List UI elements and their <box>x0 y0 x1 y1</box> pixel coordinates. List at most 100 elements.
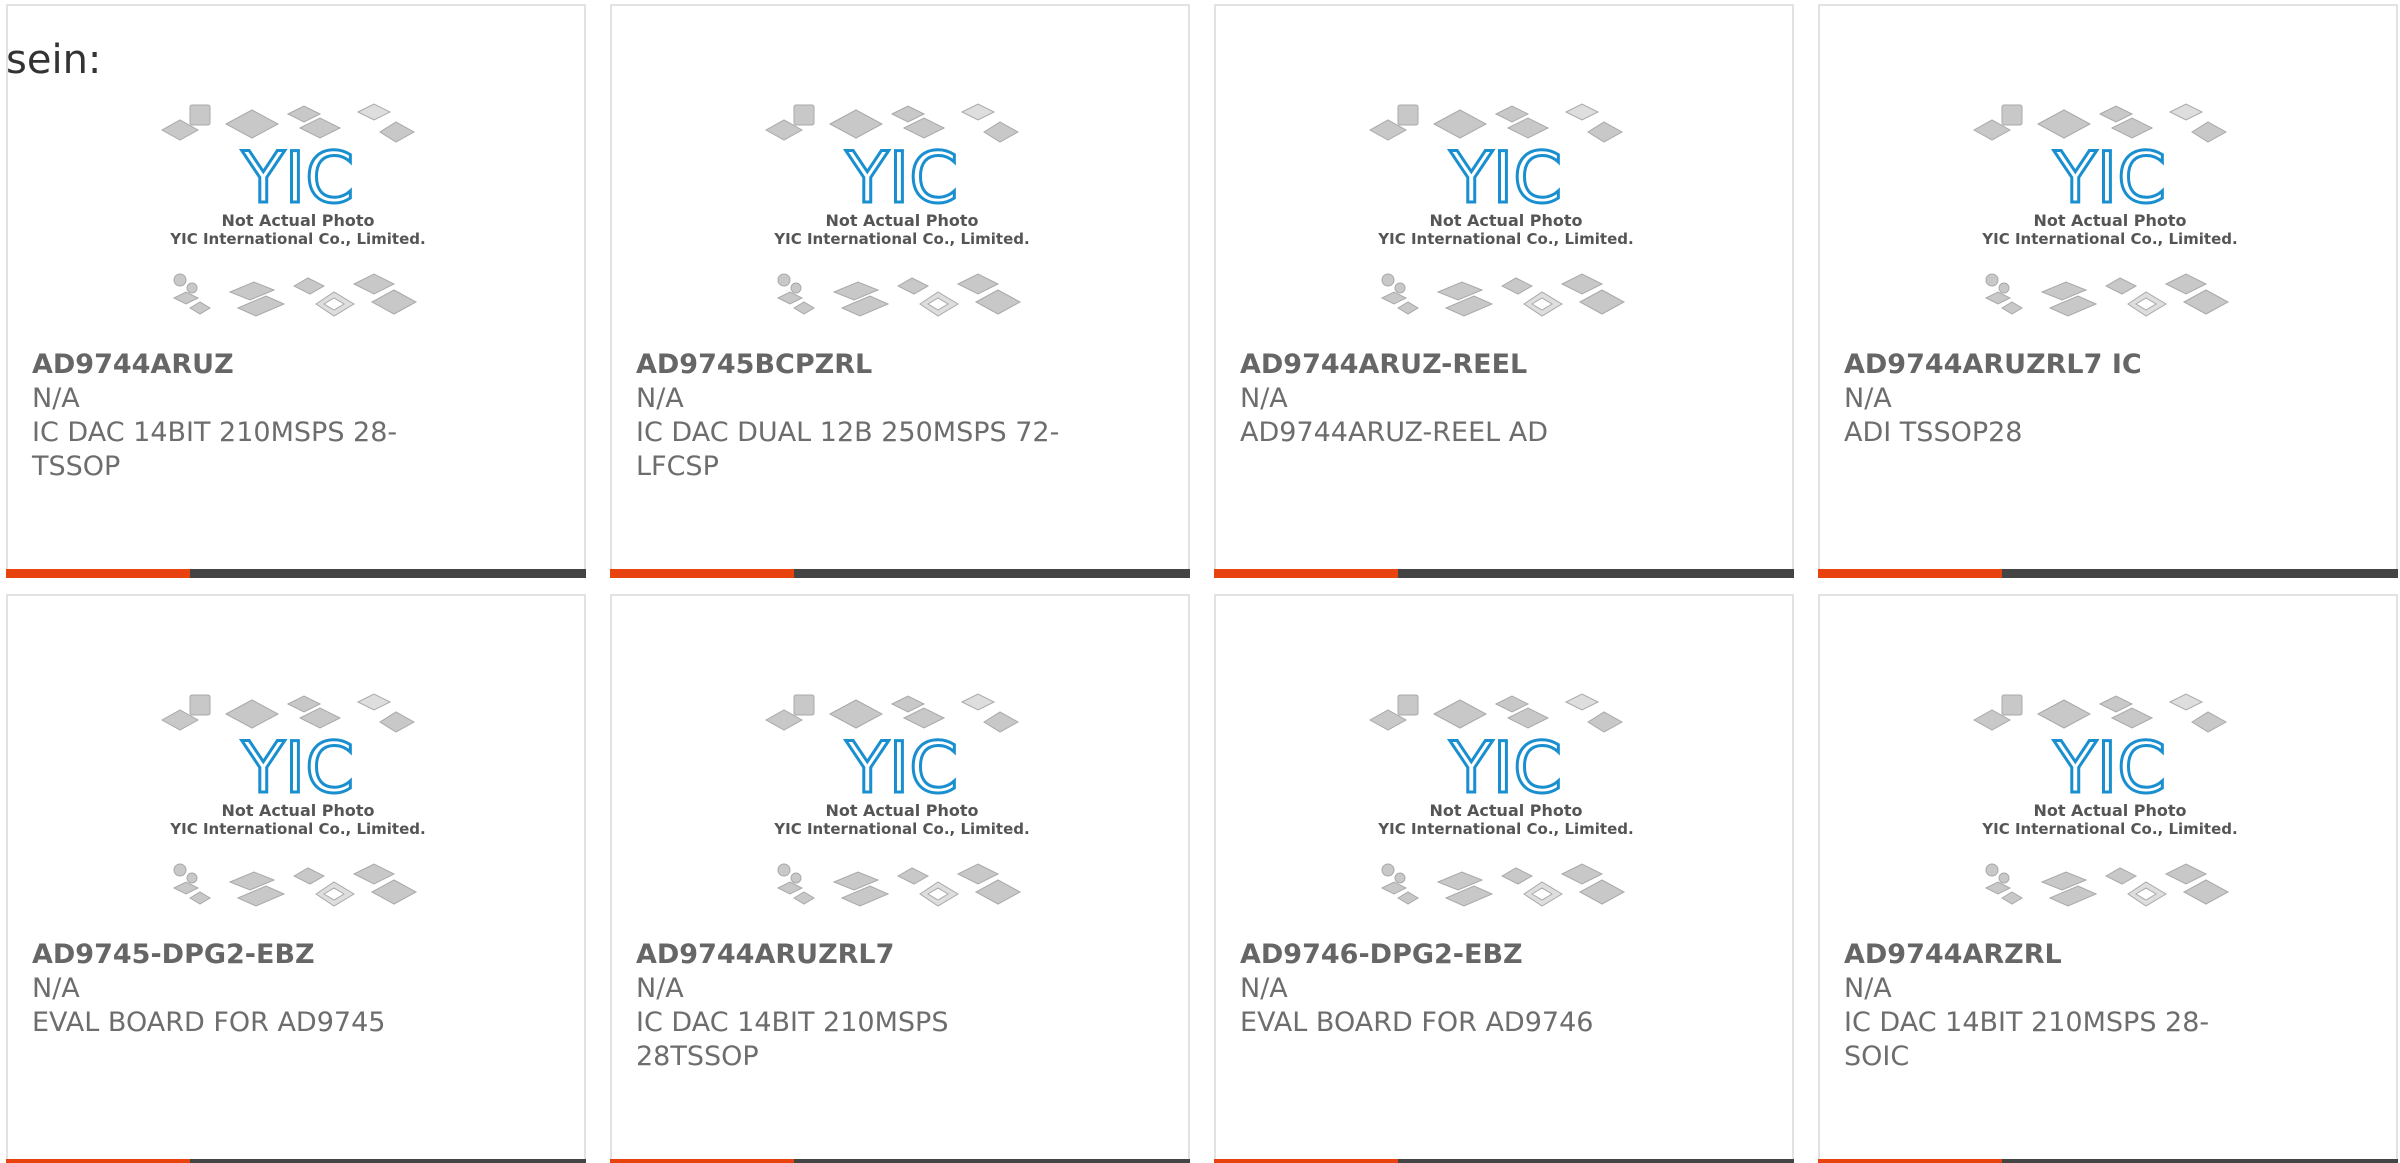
part-number-link[interactable]: AD9744ARUZ <box>32 348 462 382</box>
product-card[interactable]: YIC Not Actual Photo YIC International Co.… <box>6 4 586 578</box>
placeholder-caption: Not Actual Photo <box>1429 211 1582 230</box>
placeholder-caption: YIC International Co., Limited. <box>169 820 425 838</box>
description-line: ADI TSSOP28 <box>1844 417 2023 448</box>
part-number-link[interactable]: AD9744ARUZRL7 <box>636 938 1066 972</box>
product-info: AD9744ARUZRL7 N/A IC DAC 14BIT 210MSPS 2… <box>636 938 1066 1074</box>
card-bottom-bar <box>1818 1159 2398 1163</box>
not-actual-photo-image: YIC Not Actual Photo YIC International Co.… <box>612 86 1192 342</box>
product-card[interactable]: YIC Not Actual Photo YIC International Co.… <box>1818 594 2398 1163</box>
placeholder-caption: Not Actual Photo <box>825 801 978 820</box>
placeholder-caption: Not Actual Photo <box>1429 801 1582 820</box>
not-actual-photo-image: YIC Not Actual Photo YIC International Co.… <box>1820 676 2400 932</box>
manufacturer: N/A <box>32 973 80 1004</box>
placeholder-caption: Not Actual Photo <box>2033 211 2186 230</box>
product-info: AD9744ARUZRL7 IC N/A ADI TSSOP28 <box>1844 348 2274 450</box>
part-number-link[interactable]: AD9746-DPG2-EBZ <box>1240 938 1670 972</box>
page: YIC Not Actual Photo YIC International Co.… <box>0 0 2400 1163</box>
product-info: AD9746-DPG2-EBZ N/A EVAL BOARD FOR AD974… <box>1240 938 1670 1040</box>
product-card[interactable]: YIC Not Actual Photo YIC International Co.… <box>6 594 586 1163</box>
part-number-link[interactable]: AD9744ARZRL <box>1844 938 2274 972</box>
placeholder-caption: Not Actual Photo <box>825 211 978 230</box>
product-info: AD9745BCPZRL N/A IC DAC DUAL 12B 250MSPS… <box>636 348 1066 484</box>
chip-packages-bottom <box>776 273 1022 317</box>
placeholder-caption: Not Actual Photo <box>221 211 374 230</box>
yic-logo: YIC <box>2053 137 2166 219</box>
manufacturer: N/A <box>636 973 684 1004</box>
placeholder-caption: YIC International Co., Limited. <box>169 230 425 248</box>
card-bottom-bar <box>6 1159 586 1163</box>
card-accent-bar <box>1214 1159 1398 1163</box>
part-number-link[interactable]: AD9745BCPZRL <box>636 348 1066 382</box>
card-accent-bar <box>6 569 190 578</box>
yic-logo: YIC <box>1449 727 1562 809</box>
yic-logo: YIC <box>845 727 958 809</box>
card-accent-bar <box>6 1159 190 1163</box>
product-card[interactable]: YIC Not Actual Photo YIC International Co.… <box>610 594 1190 1163</box>
product-info: AD9745-DPG2-EBZ N/A EVAL BOARD FOR AD974… <box>32 938 462 1040</box>
product-card[interactable]: YIC Not Actual Photo YIC International Co.… <box>1214 4 1794 578</box>
part-number-link[interactable]: AD9744ARUZ-REEL <box>1240 348 1670 382</box>
yic-logo: YIC <box>241 137 354 219</box>
manufacturer: N/A <box>1844 973 1892 1004</box>
chip-packages-bottom <box>1984 273 2230 317</box>
not-actual-photo-image: YIC Not Actual Photo YIC International Co.… <box>8 86 588 342</box>
description-line: LFCSP <box>636 451 719 482</box>
card-bottom-bar <box>1818 569 2398 578</box>
chip-packages-bottom <box>172 273 418 317</box>
placeholder-caption: YIC International Co., Limited. <box>1377 820 1633 838</box>
chip-packages-bottom <box>1984 863 2230 907</box>
manufacturer: N/A <box>1240 973 1288 1004</box>
product-card[interactable]: YIC Not Actual Photo YIC International Co.… <box>1214 594 1794 1163</box>
chip-packages-bottom <box>172 863 418 907</box>
product-info: AD9744ARZRL N/A IC DAC 14BIT 210MSPS 28-… <box>1844 938 2274 1074</box>
description-line: AD9744ARUZ-REEL AD <box>1240 417 1549 448</box>
manufacturer: N/A <box>1240 383 1288 414</box>
card-accent-bar <box>610 569 794 578</box>
part-number-link[interactable]: AD9744ARUZRL7 IC <box>1844 348 2274 382</box>
placeholder-caption: YIC International Co., Limited. <box>773 230 1029 248</box>
card-accent-bar <box>1818 569 2002 578</box>
manufacturer: N/A <box>32 383 80 414</box>
product-card[interactable]: YIC Not Actual Photo YIC International Co.… <box>610 4 1190 578</box>
chip-packages-bottom <box>1380 863 1626 907</box>
yic-logo: YIC <box>1449 137 1562 219</box>
product-grid: YIC Not Actual Photo YIC International Co.… <box>6 4 2400 1163</box>
not-actual-photo-image: YIC Not Actual Photo YIC International Co.… <box>8 676 588 932</box>
description-line: IC DAC 14BIT 210MSPS 28- <box>32 417 398 448</box>
manufacturer: N/A <box>1844 383 1892 414</box>
chip-packages-bottom <box>776 863 1022 907</box>
intro-text: sein: <box>6 37 102 83</box>
manufacturer: N/A <box>636 383 684 414</box>
card-bottom-bar <box>1214 569 1794 578</box>
description-line: IC DAC DUAL 12B 250MSPS 72- <box>636 417 1060 448</box>
yic-logo: YIC <box>241 727 354 809</box>
card-bottom-bar <box>6 569 586 578</box>
product-info: AD9744ARUZ-REEL N/A AD9744ARUZ-REEL AD <box>1240 348 1670 450</box>
not-actual-photo-image: YIC Not Actual Photo YIC International Co.… <box>1820 86 2400 342</box>
placeholder-caption: Not Actual Photo <box>2033 801 2186 820</box>
description-line: EVAL BOARD FOR AD9746 <box>1240 1007 1594 1038</box>
not-actual-photo-image: YIC Not Actual Photo YIC International Co.… <box>1216 676 1796 932</box>
card-accent-bar <box>1214 569 1398 578</box>
part-number-link[interactable]: AD9745-DPG2-EBZ <box>32 938 462 972</box>
card-accent-bar <box>610 1159 794 1163</box>
yic-logo: YIC <box>2053 727 2166 809</box>
placeholder-caption: YIC International Co., Limited. <box>1981 820 2237 838</box>
placeholder-caption: YIC International Co., Limited. <box>1377 230 1633 248</box>
placeholder-caption: YIC International Co., Limited. <box>773 820 1029 838</box>
placeholder-caption: YIC International Co., Limited. <box>1981 230 2237 248</box>
description-line: EVAL BOARD FOR AD9745 <box>32 1007 386 1038</box>
chip-packages-bottom <box>1380 273 1626 317</box>
not-actual-photo-image: YIC Not Actual Photo YIC International Co.… <box>1216 86 1796 342</box>
product-card[interactable]: YIC Not Actual Photo YIC International Co.… <box>1818 4 2398 578</box>
placeholder-caption: Not Actual Photo <box>221 801 374 820</box>
yic-logo: YIC <box>845 137 958 219</box>
not-actual-photo-image: YIC Not Actual Photo YIC International Co.… <box>612 676 1192 932</box>
card-accent-bar <box>1818 1159 2002 1163</box>
card-bottom-bar <box>1214 1159 1794 1163</box>
product-info: AD9744ARUZ N/A IC DAC 14BIT 210MSPS 28- … <box>32 348 462 484</box>
description-line: IC DAC 14BIT 210MSPS 28TSSOP <box>636 1007 949 1072</box>
description-line: IC DAC 14BIT 210MSPS 28-SOIC <box>1844 1007 2210 1072</box>
card-bottom-bar <box>610 569 1190 578</box>
description-line: TSSOP <box>32 451 121 482</box>
